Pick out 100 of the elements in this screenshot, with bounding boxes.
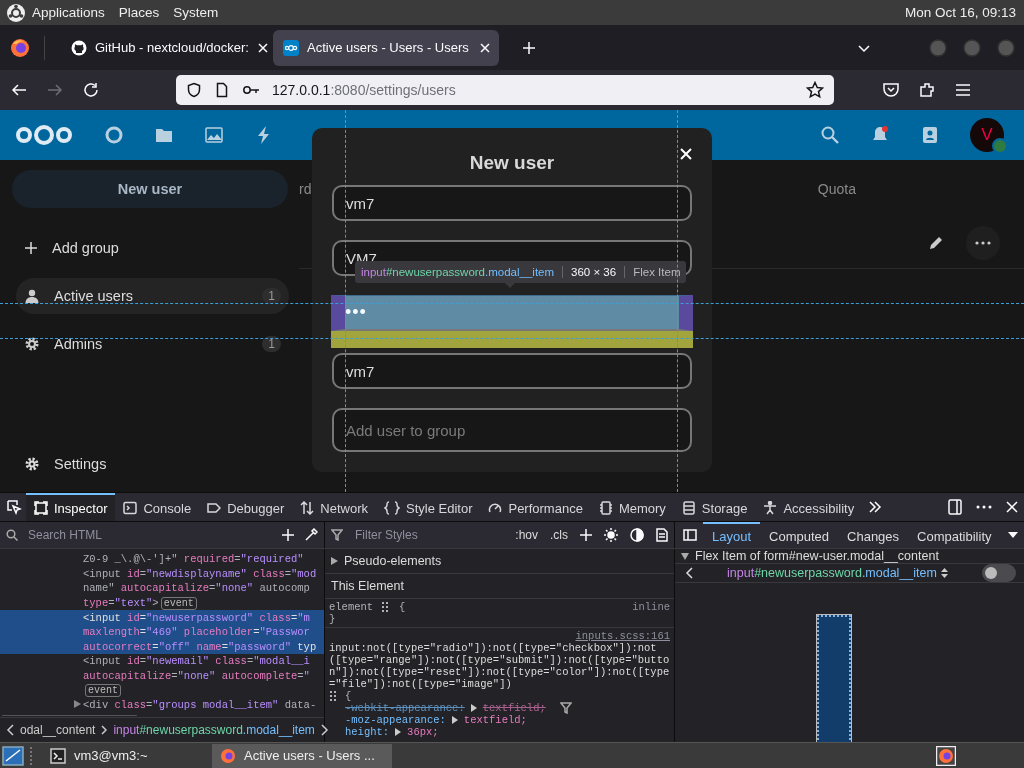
expand-icon[interactable] <box>395 728 402 736</box>
sidebar-tab[interactable]: Layout <box>703 522 761 548</box>
devtools-tab[interactable]: Network <box>292 493 376 521</box>
settings-button[interactable]: Settings <box>16 446 289 482</box>
expand-icon[interactable] <box>74 700 81 709</box>
document-icon[interactable] <box>656 528 668 542</box>
expand-icon[interactable] <box>331 557 338 565</box>
filter-field[interactable]: Filter Styles <box>355 528 504 542</box>
close-icon[interactable] <box>678 146 694 162</box>
new-user-button[interactable]: New user <box>12 170 288 208</box>
selector-text: element <box>329 601 374 613</box>
new-tab-icon[interactable] <box>521 39 537 56</box>
section-header[interactable]: Pseudo-elements <box>344 554 442 568</box>
gear-icon <box>24 456 40 472</box>
flex-item-text: Flex Item <box>633 266 681 278</box>
logo-icon[interactable] <box>6 2 26 23</box>
search-icon[interactable] <box>820 125 840 145</box>
contacts-icon[interactable] <box>920 125 940 145</box>
more-icon[interactable] <box>976 505 992 509</box>
add-icon[interactable] <box>282 529 294 541</box>
devtools-tab[interactable]: Debugger <box>199 493 293 521</box>
picker-icon[interactable] <box>6 499 22 515</box>
avatar[interactable]: V <box>970 118 1004 152</box>
devtools-tab[interactable]: Performance <box>480 493 591 521</box>
text-field[interactable]: vm7 <box>332 353 692 389</box>
sun-icon[interactable] <box>604 528 618 542</box>
section-header[interactable]: Flex Item of form#new-user.modal__content <box>695 549 939 563</box>
star-icon[interactable] <box>806 81 824 99</box>
devtools-tab[interactable]: Storage <box>673 493 756 521</box>
eyedropper-icon[interactable] <box>304 528 318 542</box>
text-field[interactable]: vm7 <box>332 185 692 221</box>
group-item[interactable]: Admins 1 <box>16 326 289 362</box>
close-icon[interactable] <box>1006 501 1018 513</box>
group-item[interactable]: Active users 1 <box>16 278 289 314</box>
pencil-icon[interactable] <box>928 235 944 251</box>
firefox-icon <box>220 747 236 764</box>
panel-menu[interactable]: System <box>173 5 219 20</box>
address-bar[interactable]: 127.0.0.1:8080/settings/users <box>176 75 834 105</box>
pocket-icon[interactable] <box>882 81 900 99</box>
devtools-tab[interactable]: Style Editor <box>376 493 481 521</box>
panel-menu[interactable]: Places <box>118 5 160 20</box>
dropdown-icon[interactable] <box>1008 532 1018 538</box>
expand-icon[interactable] <box>470 704 477 712</box>
filter-icon <box>331 529 343 541</box>
back-icon[interactable] <box>685 567 693 579</box>
close-icon[interactable] <box>256 41 269 54</box>
sidebar-tab[interactable]: Compatibility <box>908 522 1001 548</box>
toggle-button[interactable]: :hov <box>515 528 538 542</box>
firefox-icon[interactable] <box>10 37 30 58</box>
search-field[interactable]: Search HTML <box>28 528 272 542</box>
panel-menu[interactable]: Applications <box>32 5 105 20</box>
reload-icon[interactable] <box>82 81 100 99</box>
circle-icon[interactable] <box>104 125 124 145</box>
back-icon[interactable] <box>6 724 14 736</box>
devtools-tab[interactable]: Accessibility <box>755 493 863 521</box>
add-icon[interactable] <box>580 529 592 541</box>
text-field[interactable]: Add user to group <box>332 408 692 452</box>
toggle-switch[interactable] <box>982 564 1016 582</box>
breadcrumb[interactable]: odal__content <box>20 723 96 737</box>
property-name: -moz-appearance: <box>345 714 446 726</box>
property-name: -webkit-appearance: <box>345 702 465 714</box>
firefox-icon[interactable] <box>936 745 956 766</box>
event-badge[interactable]: event <box>160 596 197 610</box>
cloud-icon <box>283 39 299 56</box>
forward-icon[interactable] <box>320 724 329 736</box>
contrast-icon[interactable] <box>630 528 644 542</box>
more-button[interactable] <box>966 226 1000 260</box>
taskbar-item[interactable]: vm3@vm3:~ <box>42 743 202 768</box>
nextcloud-logo[interactable] <box>14 123 74 147</box>
extensions-icon[interactable] <box>918 81 936 99</box>
taskbar-item[interactable]: Active users - Users ... <box>212 743 392 768</box>
add-group-button[interactable]: Add group <box>16 230 289 266</box>
expand-icon[interactable] <box>451 716 458 724</box>
property-value: 36px; <box>407 726 439 738</box>
sort-icon[interactable] <box>940 568 948 578</box>
accessibility-icon <box>763 501 778 515</box>
browser-tab[interactable]: GitHub - nextcloud/docker: <box>61 29 267 66</box>
menu-icon[interactable] <box>954 81 972 99</box>
source-link[interactable]: inputs.scss:161 <box>329 630 670 642</box>
toggle-button[interactable]: .cls <box>550 528 568 542</box>
overflow-icon[interactable] <box>868 500 883 514</box>
devtools-tab[interactable]: Console <box>115 493 200 521</box>
column-header: rd <box>299 181 312 197</box>
event-badge[interactable]: event <box>85 684 121 698</box>
filter-icon[interactable] <box>559 702 572 714</box>
browser-tab[interactable]: Active users - Users - Users <box>273 29 499 66</box>
sidebar-tab[interactable]: Changes <box>838 522 909 548</box>
dock-icon[interactable] <box>948 499 962 515</box>
devtools-tab[interactable]: Memory <box>590 493 674 521</box>
breadcrumb[interactable]: input#newuserpassword.modal__item <box>113 723 315 737</box>
desktop-icon[interactable] <box>2 745 24 766</box>
sidebar-toggle-icon[interactable] <box>683 529 697 541</box>
collapse-icon[interactable] <box>681 552 689 560</box>
devtools-tab[interactable]: Inspector <box>26 493 116 521</box>
close-icon[interactable] <box>479 41 491 54</box>
image-icon[interactable] <box>204 125 224 145</box>
sidebar-tab[interactable]: Computed <box>760 522 839 548</box>
scrollbar[interactable] <box>2 714 137 715</box>
grid-icon <box>329 691 339 701</box>
flex-item-selector[interactable]: input#newuserpassword.modal__item <box>727 566 937 580</box>
